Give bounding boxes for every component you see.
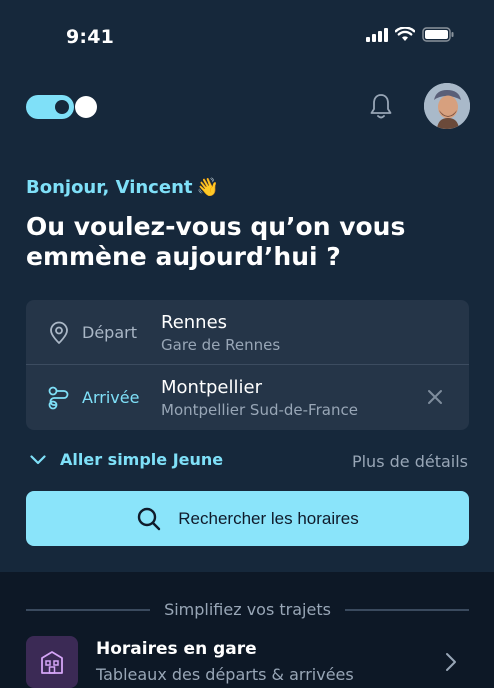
status-time: 9:41 xyxy=(66,26,115,48)
search-button-label: Rechercher les horaires xyxy=(178,508,359,528)
search-icon xyxy=(138,507,161,530)
arrival-label: Arrivée xyxy=(82,388,140,407)
divider xyxy=(26,608,151,611)
station-board-subtitle: Tableaux des départs & arrivées xyxy=(96,665,354,684)
section-header: Simplifiez vos trajets xyxy=(26,600,469,619)
page-title: Ou voulez-vous qu’on vous emmène aujourd… xyxy=(26,212,406,271)
section-title: Simplifiez vos trajets xyxy=(164,600,331,619)
status-icons xyxy=(366,27,454,42)
departure-field[interactable]: Départ Rennes Gare de Rennes xyxy=(26,300,469,364)
arrival-field[interactable]: Arrivée Montpellier Montpellier Sud-de-F… xyxy=(26,365,469,429)
waving-hand-emoji: 👋 xyxy=(196,177,219,198)
trip-type-label: Aller simple Jeune xyxy=(60,450,224,469)
route-icon xyxy=(48,386,69,410)
greeting-text: Bonjour, Vincent xyxy=(26,177,193,198)
close-icon[interactable] xyxy=(425,387,445,407)
station-board-tile[interactable] xyxy=(26,636,78,688)
arrival-station: Montpellier Sud-de-France xyxy=(161,401,358,419)
departure-label: Départ xyxy=(82,323,137,342)
search-schedules-button[interactable]: Rechercher les horaires xyxy=(26,491,469,546)
more-details-link[interactable]: Plus de détails xyxy=(352,452,468,471)
greeting: Bonjour, Vincent 👋 xyxy=(26,177,219,198)
location-pin-icon xyxy=(50,321,68,344)
avatar[interactable] xyxy=(424,83,470,129)
departure-station: Gare de Rennes xyxy=(161,336,281,354)
bell-icon[interactable] xyxy=(368,92,394,120)
chevron-right-icon[interactable] xyxy=(444,652,458,672)
home-screen: 9:41 Bonjour, Vincent 👋 Ou voulez-vous q… xyxy=(0,0,494,688)
station-board-title[interactable]: Horaires en gare xyxy=(96,639,257,659)
signal-icon xyxy=(366,27,388,42)
trip-type-selector[interactable]: Aller simple Jeune xyxy=(30,450,223,469)
battery-icon xyxy=(422,27,454,42)
simplify-section: Simplifiez vos trajets Horaires en gare … xyxy=(0,572,494,688)
departure-city: Rennes xyxy=(161,312,228,333)
chevron-down-icon xyxy=(30,454,46,464)
divider xyxy=(344,608,469,611)
journey-search-card: Départ Rennes Gare de Rennes Arrivée Mon… xyxy=(26,300,469,430)
arrival-city: Montpellier xyxy=(161,377,262,398)
app-logo-icon xyxy=(26,95,97,119)
user-avatar-icon xyxy=(424,83,470,129)
wifi-icon xyxy=(395,27,415,41)
station-building-icon xyxy=(41,651,63,674)
